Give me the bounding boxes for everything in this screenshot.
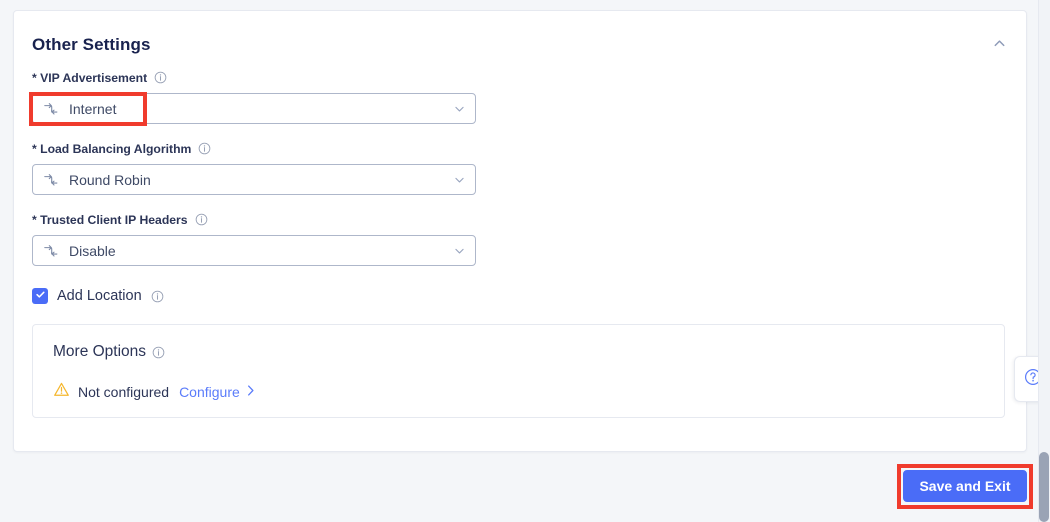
checkmark-icon [35,287,46,305]
field-load-balancing-algorithm: * Load Balancing Algorithm Round Robin [32,140,1008,195]
field-label-trusted-client-ip-headers: * Trusted Client IP Headers [32,211,1008,228]
footer-bar [0,457,1038,522]
configure-link[interactable]: Configure [179,384,256,400]
add-location-checkbox[interactable] [32,288,48,304]
more-options-title-text: More Options [53,343,147,360]
vip-advertisement-label-text: * VIP Advertisement [32,70,148,85]
more-options-status-row: Not configured Configure [53,381,256,403]
chevron-down-icon[interactable] [453,102,466,115]
field-vip-advertisement: * VIP Advertisement Internet [32,69,1008,124]
trusted-client-ip-headers-select[interactable]: Disable [32,235,476,266]
network-transfer-icon [43,172,59,188]
info-icon[interactable] [195,213,208,226]
network-transfer-icon [43,243,59,259]
settings-page: Other Settings * VIP Advertisement Inter… [0,0,1050,522]
trusted-client-ip-headers-label-text: * Trusted Client IP Headers [32,212,188,227]
load-balancing-algorithm-select[interactable]: Round Robin [32,164,476,195]
vip-advertisement-value: Internet [69,100,117,117]
chevron-down-icon[interactable] [453,244,466,257]
more-options-panel: More Options Not configured Configure [32,324,1005,418]
other-settings-card: Other Settings * VIP Advertisement Inter… [13,10,1027,452]
settings-form: * VIP Advertisement Internet * Load Bala… [32,69,1008,418]
load-balancing-algorithm-label-text: * Load Balancing Algorithm [32,141,192,156]
save-and-exit-button[interactable]: Save and Exit [903,470,1027,502]
info-icon[interactable] [152,346,165,359]
page-title: Other Settings [32,35,151,54]
field-label-vip-advertisement: * VIP Advertisement [32,69,1008,86]
chevron-down-icon[interactable] [453,173,466,186]
field-trusted-client-ip-headers: * Trusted Client IP Headers Disable [32,211,1008,266]
chevron-right-icon [245,384,256,400]
load-balancing-algorithm-value: Round Robin [69,171,151,188]
field-label-load-balancing-algorithm: * Load Balancing Algorithm [32,140,1008,157]
info-icon[interactable] [198,142,211,155]
info-icon[interactable] [151,290,164,303]
info-icon[interactable] [154,71,167,84]
vip-advertisement-select[interactable]: Internet [32,93,476,124]
page-scrollbar-track[interactable] [1038,0,1050,522]
more-options-title: More Options [53,343,165,361]
page-scrollbar-thumb[interactable] [1039,452,1049,522]
collapse-section-button[interactable] [986,33,1012,59]
warning-triangle-icon [53,381,70,403]
add-location-checkbox-row[interactable]: Add Location [32,285,1008,307]
trusted-client-ip-headers-value: Disable [69,242,116,259]
configure-link-label: Configure [179,384,240,400]
card-header: Other Settings [14,11,1026,63]
network-transfer-icon [43,101,59,117]
add-location-label: Add Location [57,288,142,304]
chevron-up-icon [992,36,1007,56]
status-badge: Not configured [78,384,170,400]
